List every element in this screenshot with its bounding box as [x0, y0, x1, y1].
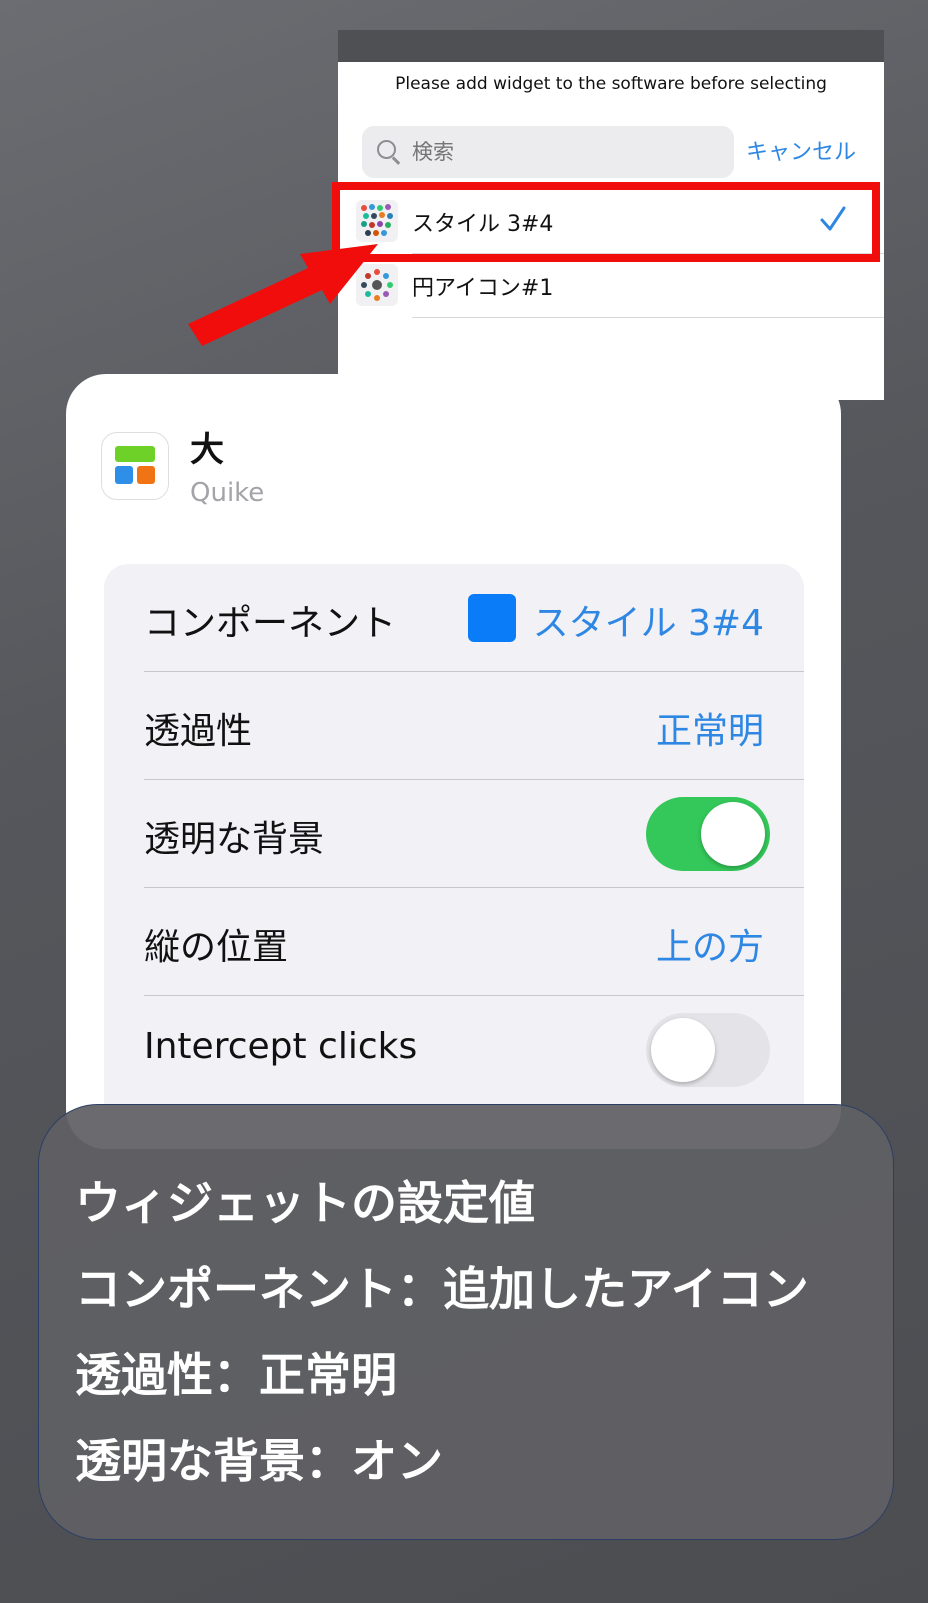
caption-line: コンポーネント：追加したアイコン	[75, 1262, 809, 1316]
app-name: Quike	[190, 478, 265, 508]
cancel-button[interactable]: キャンセル	[746, 134, 856, 166]
row-divider	[412, 317, 884, 318]
setting-row-opacity[interactable]: 透過性 正常明	[104, 672, 804, 780]
transparent-background-toggle[interactable]	[646, 797, 770, 871]
search-bar[interactable]	[362, 126, 734, 178]
caption-line: 透明な背景：オン	[75, 1434, 443, 1488]
setting-value: 上の方	[655, 927, 764, 968]
app-icon	[101, 432, 169, 500]
setting-label: コンポーネント	[144, 603, 397, 644]
setting-label: 透過性	[144, 711, 253, 752]
picker-topbar	[338, 30, 884, 62]
picker-item-circle-icon-1[interactable]: 円アイコン#1	[338, 254, 884, 318]
picker-item-label: 円アイコン#1	[412, 276, 554, 301]
highlight-box	[332, 182, 880, 262]
setting-label: Intercept clicks	[144, 1026, 418, 1067]
settings-group: コンポーネント スタイル 3#4 透過性 正常明 透明な背景 縦の位置 上の方 …	[104, 564, 804, 1124]
setting-value: 正常明	[655, 711, 764, 752]
setting-value: スタイル 3#4	[532, 603, 764, 644]
setting-label: 縦の位置	[144, 927, 289, 968]
component-color-swatch	[468, 594, 516, 642]
setting-row-component[interactable]: コンポーネント スタイル 3#4	[104, 564, 804, 672]
setting-row-vertical-position[interactable]: 縦の位置 上の方	[104, 888, 804, 996]
search-input[interactable]	[410, 139, 714, 165]
widget-size-title: 大	[190, 430, 224, 470]
caption-line: 透過性：正常明	[75, 1348, 397, 1402]
setting-row-intercept-clicks: Intercept clicks	[104, 996, 804, 1104]
caption-line: ウィジェットの設定値	[75, 1176, 535, 1230]
intercept-clicks-toggle[interactable]	[646, 1013, 770, 1087]
annotation-arrow	[188, 244, 378, 346]
search-icon	[374, 137, 404, 167]
setting-label: 透明な背景	[144, 819, 325, 860]
picker-title: Please add widget to the software before…	[395, 74, 827, 94]
setting-row-transparent-background: 透明な背景	[104, 780, 804, 888]
caption-panel: ウィジェットの設定値 コンポーネント：追加したアイコン 透過性：正常明 透明な背…	[38, 1104, 894, 1540]
widget-settings-card: 大 Quike コンポーネント スタイル 3#4 透過性 正常明 透明な背景 縦…	[66, 374, 841, 1149]
